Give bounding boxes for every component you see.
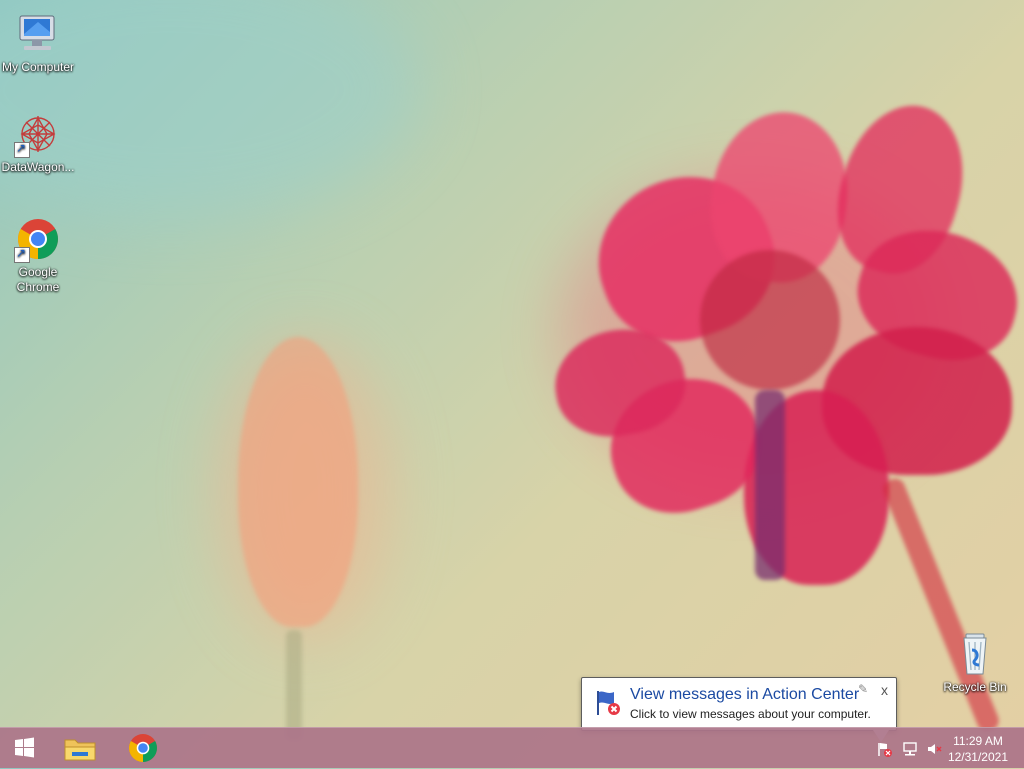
datawagon-logo-icon bbox=[14, 110, 62, 158]
action-center-notification[interactable]: View messages in Action Center Click to … bbox=[581, 677, 897, 742]
file-explorer-button[interactable] bbox=[60, 732, 100, 764]
my-computer-icon[interactable]: My Computer bbox=[0, 10, 76, 75]
datawagon-icon[interactable]: DataWagon... bbox=[0, 110, 76, 175]
desktop-icon-label: DataWagon... bbox=[1, 160, 75, 174]
start-button[interactable] bbox=[4, 733, 44, 763]
system-tray: 11:29 AM 12/31/2021 bbox=[864, 728, 1024, 768]
volume-muted-icon[interactable] bbox=[926, 741, 942, 757]
taskbar-clock[interactable]: 11:29 AM 12/31/2021 bbox=[948, 733, 1008, 765]
desktop-icon-label: Recycle Bin bbox=[943, 680, 1007, 694]
shortcut-arrow-icon bbox=[14, 246, 30, 263]
desktop-icon-label: My Computer bbox=[1, 60, 75, 74]
action-center-flag-icon[interactable] bbox=[876, 741, 892, 757]
wrench-icon[interactable]: ✎ bbox=[858, 682, 868, 696]
clock-time: 11:29 AM bbox=[953, 734, 1003, 748]
folder-icon bbox=[64, 739, 96, 761]
chrome-icon bbox=[129, 734, 157, 762]
clock-date: 12/31/2021 bbox=[947, 750, 1008, 764]
desktop-icon-label: Google Chrome bbox=[16, 265, 60, 294]
google-chrome-taskbar-button[interactable] bbox=[123, 732, 163, 764]
recycle-bin-icon[interactable]: Recycle Bin bbox=[937, 630, 1013, 695]
chrome-icon bbox=[14, 215, 62, 263]
google-chrome-desktop-icon[interactable]: Google Chrome bbox=[0, 215, 76, 295]
network-icon[interactable] bbox=[902, 741, 918, 757]
close-icon[interactable]: x bbox=[881, 682, 888, 698]
notification-title: View messages in Action Center bbox=[630, 686, 860, 703]
desktop-wallpaper bbox=[0, 0, 1024, 768]
computer-icon bbox=[14, 10, 62, 58]
shortcut-arrow-icon bbox=[14, 141, 30, 158]
taskbar: 11:29 AM 12/31/2021 bbox=[0, 727, 1024, 768]
trash-icon bbox=[951, 630, 999, 678]
notification-body: Click to view messages about your comput… bbox=[630, 707, 871, 721]
action-center-flag-icon bbox=[592, 687, 622, 717]
